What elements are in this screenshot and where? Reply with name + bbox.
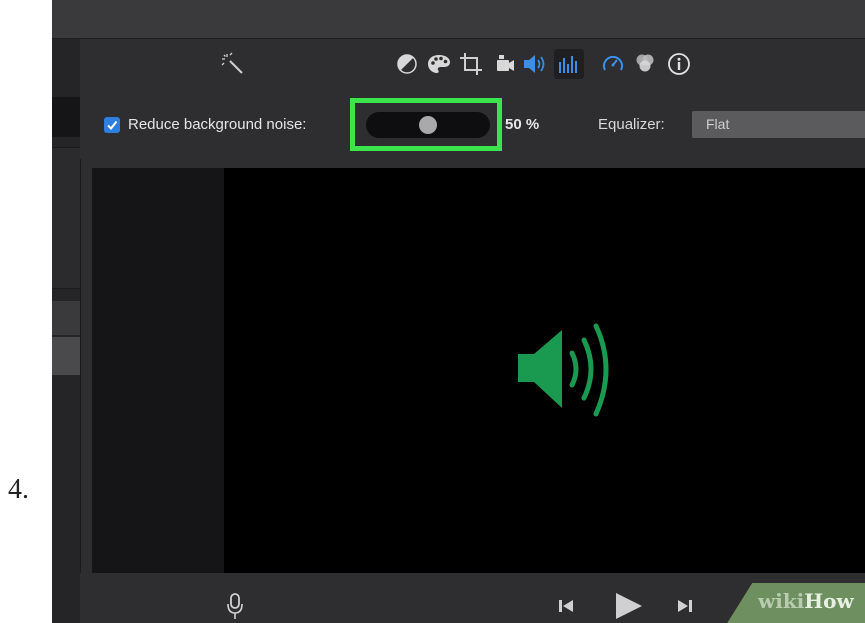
color-balance-icon[interactable]: [394, 51, 420, 77]
left-panel: [52, 39, 81, 623]
noise-reduction-equalizer-icon[interactable]: [554, 49, 584, 79]
reduce-noise-label: Reduce background noise:: [128, 116, 307, 133]
left-panel-item-selected[interactable]: [52, 337, 80, 375]
play-icon[interactable]: [613, 591, 645, 621]
wikihow-watermark: wikiHow: [758, 589, 854, 613]
viewer-side-panel: [92, 168, 224, 573]
step-number: 4.: [8, 474, 29, 505]
skip-forward-icon[interactable]: [676, 597, 694, 615]
checkmark-icon: [107, 120, 118, 131]
left-panel-list: [52, 147, 80, 289]
title-bar: [52, 0, 865, 39]
reduce-noise-checkbox[interactable]: [104, 117, 120, 133]
video-viewer: [92, 168, 865, 573]
imovie-window: Reduce background noise: 50 % Equalizer:…: [52, 0, 865, 623]
clip-filter-icon[interactable]: [632, 51, 658, 77]
equalizer-selected-value: Flat: [706, 116, 730, 132]
info-icon[interactable]: [666, 51, 692, 77]
left-panel-item[interactable]: [52, 301, 80, 335]
equalizer-label: Equalizer:: [598, 116, 665, 133]
enhance-wand-icon[interactable]: [220, 51, 246, 77]
crop-icon[interactable]: [458, 51, 484, 77]
highlight-box: [350, 98, 502, 151]
speed-icon[interactable]: [600, 51, 626, 77]
playback-bar: wikiHow: [80, 573, 865, 623]
microphone-icon[interactable]: [226, 591, 244, 621]
noise-reduction-settings: Reduce background noise: 50 % Equalizer:…: [80, 95, 865, 159]
stabilization-camera-icon[interactable]: [492, 51, 518, 77]
watermark-how: How: [804, 589, 854, 613]
adjustment-toolbar: [80, 39, 865, 95]
skip-back-icon[interactable]: [557, 597, 575, 615]
color-correction-palette-icon[interactable]: [426, 51, 452, 77]
volume-icon[interactable]: [522, 51, 548, 77]
noise-percent-value: 50 %: [505, 116, 540, 133]
watermark-wiki: wiki: [758, 589, 805, 613]
speaker-audio-icon: [518, 323, 609, 417]
left-panel-field[interactable]: [52, 97, 80, 137]
equalizer-dropdown[interactable]: Flat: [692, 111, 865, 138]
